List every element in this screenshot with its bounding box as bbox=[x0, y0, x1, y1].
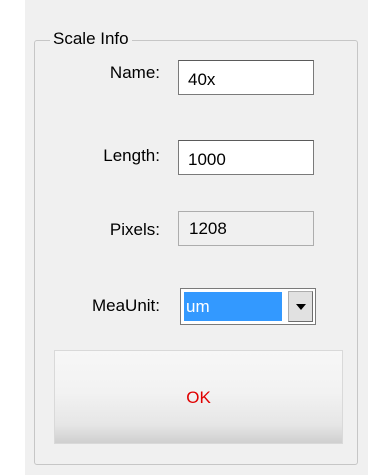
meaunit-label: MeaUnit: bbox=[91, 296, 160, 315]
name-input[interactable]: 40x bbox=[178, 60, 314, 95]
groupbox-title: Scale Info bbox=[50, 29, 132, 49]
chevron-down-icon bbox=[296, 304, 306, 310]
pixels-label: Pixels: bbox=[109, 220, 160, 239]
meaunit-dropdown-button[interactable] bbox=[288, 291, 313, 322]
meaunit-selected-value: um bbox=[184, 292, 282, 321]
meaunit-select[interactable]: um bbox=[180, 288, 316, 325]
length-input[interactable]: 1000 bbox=[178, 140, 314, 175]
name-label: Name: bbox=[109, 63, 160, 82]
ok-button[interactable]: OK bbox=[54, 350, 343, 444]
pixels-field: 1208 bbox=[178, 211, 314, 246]
length-label: Length: bbox=[103, 146, 160, 165]
